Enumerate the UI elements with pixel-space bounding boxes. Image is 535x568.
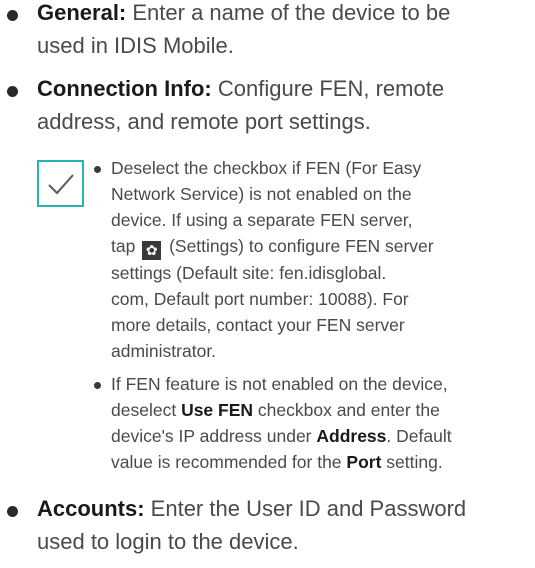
item-label: General:	[37, 0, 127, 25]
note-line: setting.	[386, 452, 443, 472]
list-item-text: General: Enter a name of the device to b…	[37, 0, 532, 62]
note-line: Network Service) is not enabled on the	[111, 184, 412, 204]
item-description-cont: used in IDIS Mobile.	[37, 33, 234, 58]
bullet-dot	[7, 506, 18, 517]
address-term: Address	[316, 426, 387, 446]
port-term: Port	[346, 452, 382, 472]
note-line: device. If using a separate FEN server,	[111, 210, 413, 230]
note-line: checkbox and enter the	[257, 400, 440, 420]
item-label: Connection Info:	[37, 76, 212, 101]
item-description: Enter a name of the device to be	[126, 0, 451, 25]
note-line: (Settings) to configure FEN server	[169, 236, 434, 256]
note-box: Deselect the checkbox if FEN (For Easy N…	[37, 158, 532, 498]
use-fen-term: Use FEN	[181, 400, 254, 420]
bullet-dot	[94, 166, 101, 173]
note-line: tap	[111, 236, 136, 256]
gear-icon: ✿	[142, 241, 162, 260]
note-line: Deselect the checkbox if FEN (For Easy	[111, 158, 422, 178]
item-description-cont: address, and remote port settings.	[37, 109, 371, 134]
note-line: . Default	[386, 426, 452, 446]
list-item-text: Connection Info: Configure FEN, remote a…	[37, 72, 532, 138]
note-line: administrator.	[111, 341, 217, 361]
item-description: Configure FEN, remote	[211, 76, 445, 101]
document-page: General: Enter a name of the device to b…	[0, 0, 535, 568]
note-line: com, Default port number: 10088). For	[111, 289, 409, 309]
note-text: If FEN feature is not enabled on the dev…	[111, 371, 531, 475]
item-description-cont: used to login to the device.	[37, 529, 299, 554]
note-line: device's IP address under	[111, 426, 312, 446]
bullet-dot	[7, 10, 18, 21]
checkmark-icon	[37, 160, 84, 207]
note-line: If FEN feature is not enabled on the dev…	[111, 374, 448, 394]
note-line: more details, contact your FEN server	[111, 315, 405, 335]
note-line: settings (Default site: fen.idisglobal.	[111, 263, 387, 283]
note-text: Deselect the checkbox if FEN (For Easy N…	[111, 155, 531, 364]
bullet-dot	[94, 382, 101, 389]
list-item-text: Accounts: Enter the User ID and Password…	[37, 492, 532, 558]
note-line: deselect	[111, 400, 177, 420]
item-label: Accounts:	[37, 496, 145, 521]
bullet-dot	[7, 86, 18, 97]
item-description: Enter the User ID and Password	[144, 496, 467, 521]
note-line: value is recommended for the	[111, 452, 342, 472]
